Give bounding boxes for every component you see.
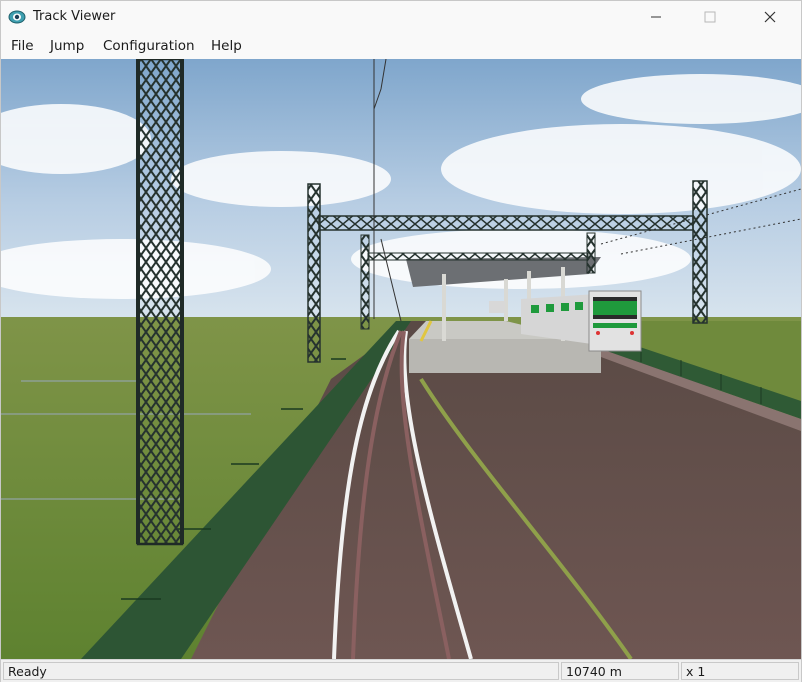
maximize-button[interactable]: [687, 1, 733, 33]
gantry-left-mast: [307, 183, 321, 363]
gantry-beam: [318, 215, 694, 231]
window-title: Track Viewer: [33, 9, 116, 24]
close-button[interactable]: [747, 1, 793, 33]
menu-help[interactable]: Help: [211, 38, 242, 54]
distance-readout: 10740 m: [561, 662, 679, 680]
far-gantry-left-mast: [360, 234, 370, 330]
menu-bar: File Jump Configuration Help: [1, 33, 801, 59]
menu-configuration[interactable]: Configuration: [103, 38, 195, 54]
minimize-icon: [651, 16, 661, 18]
maximize-icon: [704, 11, 716, 23]
railway-scene: [1, 59, 801, 659]
distant-train: [489, 301, 505, 313]
menu-jump[interactable]: Jump: [50, 38, 84, 54]
catenary-mast-left: [136, 59, 184, 546]
title-bar[interactable]: Track Viewer: [1, 1, 801, 33]
close-icon: [764, 11, 776, 23]
minimize-button[interactable]: [633, 1, 679, 33]
track-3d-view[interactable]: [1, 59, 801, 659]
far-gantry-beam: [367, 252, 589, 261]
gantry-right-mast: [692, 180, 708, 324]
app-window: Track Viewer File Jump Configuration Hel…: [0, 0, 802, 682]
status-text: Ready: [3, 662, 559, 680]
speed-multiplier: x 1: [681, 662, 799, 680]
platform-face: [409, 339, 601, 373]
status-bar: Ready 10740 m x 1: [1, 659, 801, 682]
menu-file[interactable]: File: [11, 38, 34, 54]
eye-icon: [8, 10, 26, 24]
